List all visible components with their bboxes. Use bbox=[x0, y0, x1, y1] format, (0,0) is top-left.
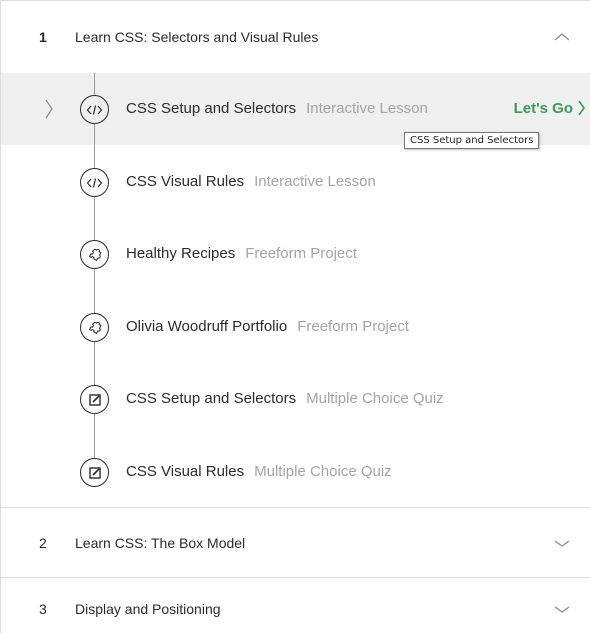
module-number: 2 bbox=[39, 535, 47, 551]
module-3-header[interactable]: 3 Display and Positioning bbox=[1, 578, 590, 633]
lesson-title: CSS Setup and Selectors bbox=[126, 390, 297, 407]
code-icon bbox=[80, 95, 109, 124]
lesson-type: Freeform Project bbox=[245, 245, 357, 262]
module-2-header[interactable]: 2 Learn CSS: The Box Model bbox=[1, 508, 590, 578]
chevron-right-icon bbox=[45, 99, 53, 119]
chevron-down-icon[interactable] bbox=[552, 537, 572, 549]
lesson-title: Healthy Recipes bbox=[126, 245, 236, 262]
lesson-type: Multiple Choice Quiz bbox=[306, 390, 444, 407]
quiz-icon bbox=[80, 385, 109, 414]
module-title: Learn CSS: Selectors and Visual Rules bbox=[75, 29, 319, 45]
module-1-header[interactable]: 1 Learn CSS: Selectors and Visual Rules bbox=[1, 1, 590, 73]
lesson-title: CSS Visual Rules bbox=[126, 463, 245, 480]
puzzle-icon bbox=[80, 313, 109, 342]
quiz-icon bbox=[80, 458, 109, 487]
chevron-right-icon bbox=[578, 100, 585, 116]
lets-go-link[interactable]: Let's Go bbox=[514, 99, 586, 117]
module-title: Learn CSS: The Box Model bbox=[75, 535, 246, 551]
lesson-type: Multiple Choice Quiz bbox=[254, 463, 392, 480]
module-number: 1 bbox=[39, 29, 47, 45]
tooltip: CSS Setup and Selectors bbox=[404, 132, 540, 149]
lesson-type: Freeform Project bbox=[297, 318, 409, 335]
module-title: Display and Positioning bbox=[75, 601, 221, 617]
module-number: 3 bbox=[39, 601, 47, 617]
module-1: 1 Learn CSS: Selectors and Visual Rules … bbox=[0, 0, 590, 507]
lesson-title: CSS Setup and Selectors bbox=[126, 100, 297, 117]
module-2: 2 Learn CSS: The Box Model bbox=[0, 507, 590, 577]
lesson-title: CSS Visual Rules bbox=[126, 173, 245, 190]
module-3: 3 Display and Positioning bbox=[0, 577, 590, 633]
chevron-up-icon[interactable] bbox=[552, 31, 572, 43]
chevron-down-icon[interactable] bbox=[552, 603, 572, 615]
lesson-type: Interactive Lesson bbox=[254, 173, 376, 190]
lets-go-label[interactable]: Let's Go bbox=[514, 100, 573, 117]
code-icon bbox=[80, 168, 109, 197]
lesson-type: Interactive Lesson bbox=[306, 100, 428, 117]
lesson-title: Olivia Woodruff Portfolio bbox=[126, 318, 288, 335]
puzzle-icon bbox=[80, 240, 109, 269]
